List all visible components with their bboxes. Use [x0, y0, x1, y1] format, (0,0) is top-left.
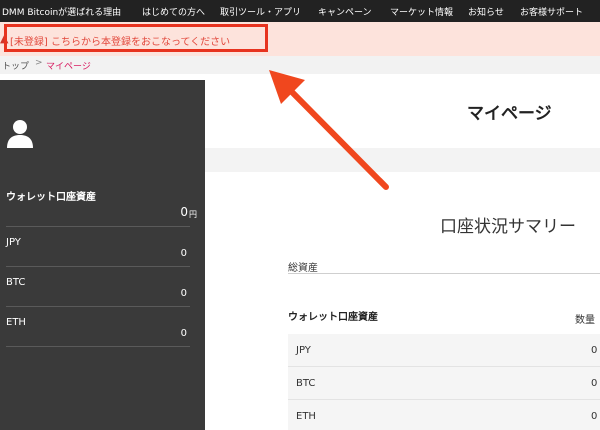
pointer-arrow-icon: [269, 70, 389, 190]
